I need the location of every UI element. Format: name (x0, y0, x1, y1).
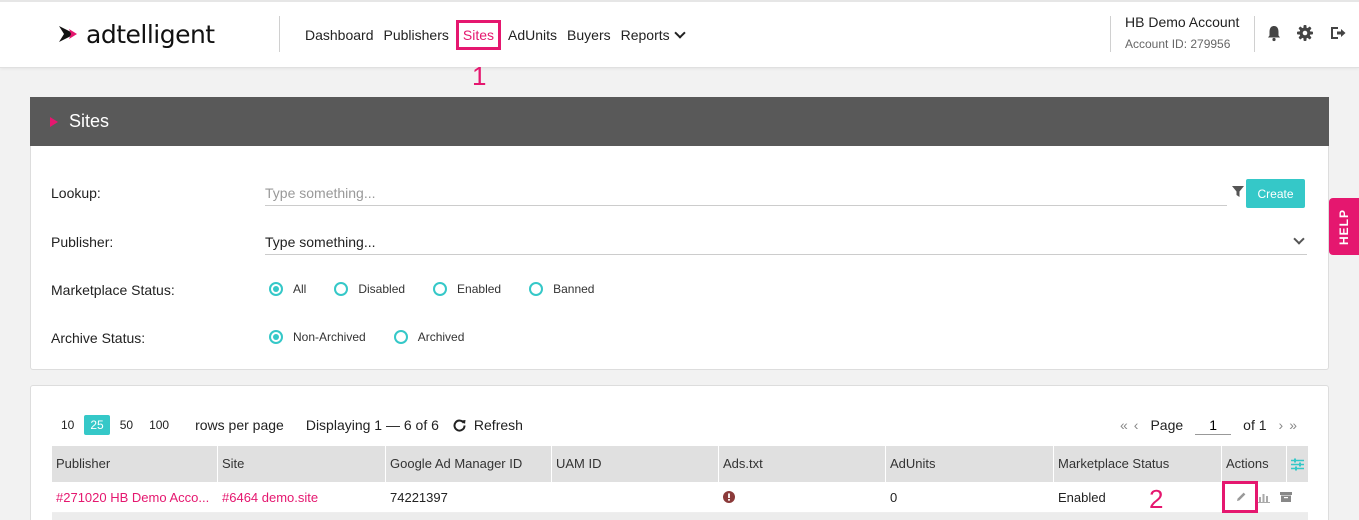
stats-chart-icon[interactable] (1258, 491, 1270, 503)
help-tab[interactable]: HELP (1329, 198, 1359, 255)
publisher-select-value: Type something... (265, 234, 376, 250)
radio-label: Non-Archived (293, 330, 366, 344)
account-id: Account ID: 279956 (1125, 37, 1231, 51)
nav-sites[interactable]: Sites (455, 20, 501, 50)
nav-dashboard[interactable]: Dashboard (300, 20, 379, 50)
nav-adunits[interactable]: AdUnits (503, 20, 562, 50)
annotation-2: 2 (1149, 484, 1164, 514)
lookup-field (265, 182, 1227, 206)
header-divider (1110, 16, 1111, 52)
radio-label: Disabled (358, 282, 406, 296)
collapse-triangle-icon (50, 117, 58, 127)
radio-marketplace-disabled[interactable]: Disabled (334, 282, 405, 296)
pagination: « ‹ Page of 1 › » (1120, 415, 1303, 435)
next-page-icon[interactable]: › (1279, 417, 1284, 433)
archive-icon[interactable] (1280, 491, 1292, 503)
radio-marketplace-all[interactable]: All (269, 282, 306, 296)
gear-icon[interactable] (1296, 24, 1314, 42)
radio-label: Enabled (457, 282, 502, 296)
column-header-adunits[interactable]: AdUnits (886, 446, 1054, 482)
main-nav: Dashboard Publishers Sites AdUnits Buyer… (300, 18, 689, 52)
column-header-ads-txt[interactable]: Ads.txt (719, 446, 886, 482)
panel-title: Sites (69, 111, 110, 131)
filters-panel (30, 146, 1329, 370)
annotation-1: 1 (472, 61, 487, 91)
column-header-uam-id[interactable]: UAM ID (552, 446, 719, 482)
radio-unchecked-icon (334, 282, 349, 296)
archive-status-radios: Non-Archived Archived (269, 330, 492, 344)
archive-status-label: Archive Status: (51, 330, 146, 346)
page-size-selector: 10 25 50 100 rows per page Displaying 1 … (55, 415, 523, 435)
error-icon (723, 491, 735, 503)
cell-adunits: 0 (890, 490, 898, 505)
logo-text: adtelligent (86, 19, 215, 49)
page-label: Page (1150, 417, 1184, 433)
column-header-actions: Actions (1222, 446, 1287, 482)
refresh-icon[interactable] (453, 419, 466, 432)
displaying-count: Displaying 1 — 6 of 6 (305, 417, 439, 433)
create-button[interactable]: Create (1246, 179, 1305, 208)
radio-checked-icon (269, 282, 283, 296)
nav-publishers[interactable]: Publishers (379, 20, 454, 50)
lookup-label: Lookup: (51, 185, 101, 201)
nav-reports[interactable]: Reports (616, 20, 689, 50)
account-name[interactable]: HB Demo Account (1125, 14, 1239, 30)
nav-reports-label: Reports (620, 27, 670, 43)
header-divider (279, 16, 280, 52)
cell-marketplace-status: Enabled (1058, 490, 1106, 505)
filter-icon[interactable] (1232, 186, 1244, 198)
cell-site-link[interactable]: #6464 demo.site (218, 482, 386, 513)
page-number-input[interactable] (1195, 415, 1232, 435)
help-tab-label: HELP (1337, 208, 1351, 245)
column-header-publisher[interactable]: Publisher (52, 446, 218, 482)
radio-archive-non-archived[interactable]: Non-Archived (269, 330, 366, 344)
rows-per-page-label: rows per page (195, 417, 284, 433)
radio-label: Archived (417, 330, 465, 344)
cell-uam-id (552, 482, 719, 513)
bell-icon[interactable] (1265, 24, 1283, 42)
page-size-100[interactable]: 100 (143, 415, 175, 435)
publisher-label: Publisher: (51, 234, 114, 250)
radio-marketplace-enabled[interactable]: Enabled (433, 282, 501, 296)
table-row (52, 513, 1308, 520)
logout-icon[interactable] (1329, 24, 1347, 42)
pencil-icon[interactable] (1235, 491, 1247, 503)
column-settings-icon[interactable] (1291, 458, 1304, 471)
logo-mark-icon (59, 26, 77, 42)
publisher-select[interactable]: Type something... (265, 231, 1307, 255)
radio-checked-icon (269, 330, 283, 344)
radio-archive-archived[interactable]: Archived (393, 330, 465, 344)
radio-unchecked-icon (433, 282, 448, 296)
chevron-down-icon (673, 27, 686, 39)
header-divider (1254, 16, 1255, 52)
last-page-icon[interactable]: » (1289, 417, 1297, 433)
lookup-input[interactable] (265, 182, 1227, 204)
column-header-marketplace-status[interactable]: Marketplace Status (1054, 446, 1222, 482)
cell-publisher-link[interactable]: #271020 HB Demo Acco... (52, 482, 218, 513)
column-header-site[interactable]: Site (218, 446, 386, 482)
page-size-25[interactable]: 25 (84, 415, 110, 435)
column-header-gam-id[interactable]: Google Ad Manager ID (386, 446, 552, 482)
sites-panel-header[interactable]: Sites (30, 97, 1329, 146)
nav-buyers[interactable]: Buyers (562, 20, 616, 50)
table-row[interactable]: #271020 HB Demo Acco... #6464 demo.site … (52, 482, 1308, 513)
cell-ads-txt (719, 482, 886, 513)
first-page-icon[interactable]: « (1120, 417, 1128, 433)
cell-gam-id: 74221397 (390, 490, 448, 505)
marketplace-status-radios: All Disabled Enabled Banned (269, 282, 622, 296)
prev-page-icon[interactable]: ‹ (1134, 417, 1139, 433)
table-header: Publisher Site Google Ad Manager ID UAM … (52, 446, 1308, 482)
radio-label: Banned (553, 282, 595, 296)
refresh-button[interactable]: Refresh (474, 417, 523, 433)
radio-marketplace-banned[interactable]: Banned (529, 282, 594, 296)
page-total: of 1 (1243, 417, 1267, 433)
logo[interactable]: adtelligent (58, 16, 215, 52)
radio-unchecked-icon (529, 282, 544, 296)
radio-unchecked-icon (393, 330, 408, 344)
marketplace-status-label: Marketplace Status: (51, 282, 175, 298)
chevron-down-icon (1293, 233, 1305, 245)
page-size-10[interactable]: 10 (55, 415, 80, 435)
radio-label: All (293, 282, 307, 296)
page-size-50[interactable]: 50 (114, 415, 139, 435)
